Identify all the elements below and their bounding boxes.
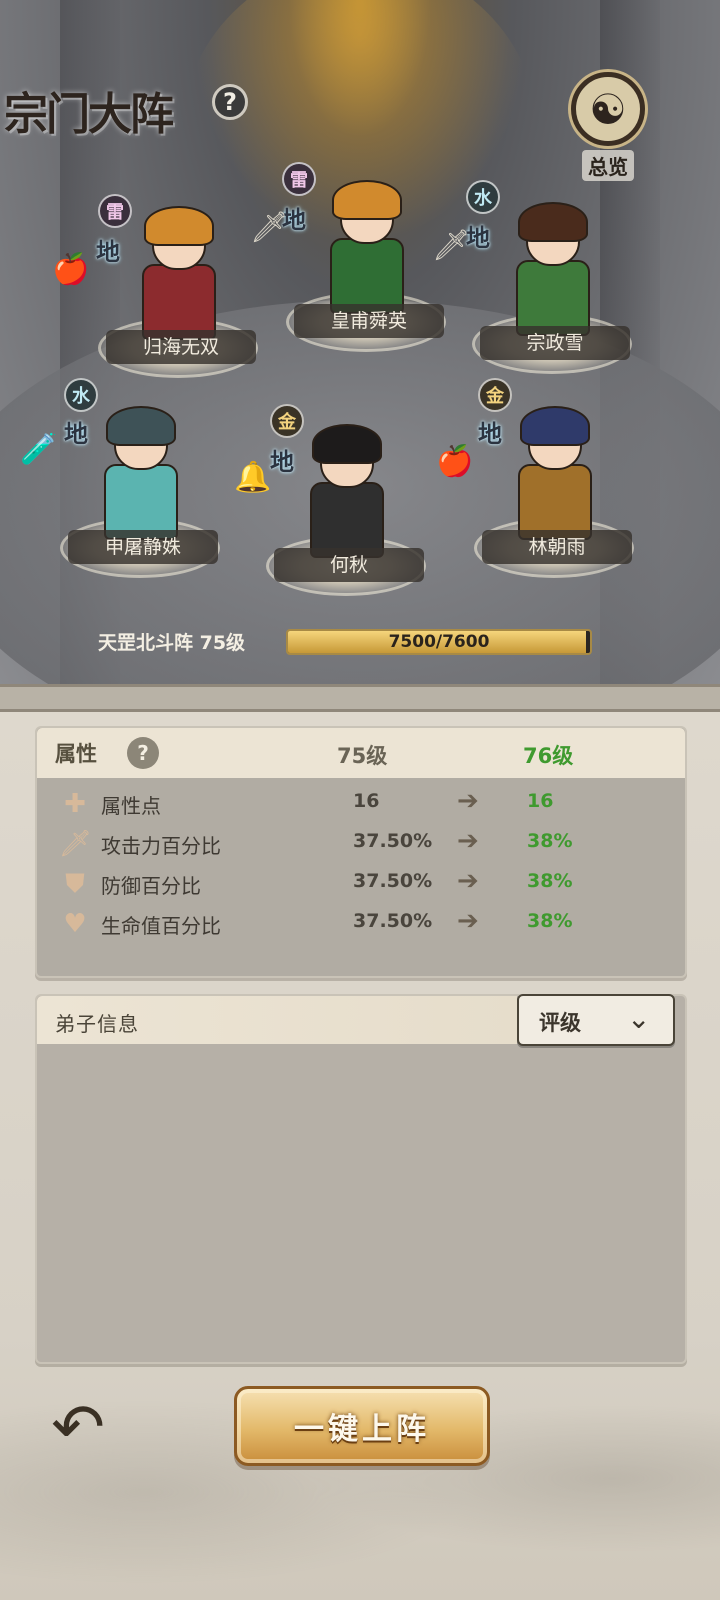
chevron-down-icon: ⌄ [627,1002,651,1035]
hero-sprite [326,180,406,314]
attribute-next: 38% [527,870,573,892]
terrain-badge: 地 [96,237,120,266]
attribute-next: 16 [527,790,554,812]
hero-name: 林朝雨 [482,530,632,564]
formation-scene: 宗门大阵 ? ☯ 总览 归海无双 雷 地 🍎 皇甫舜英 雷 地 🗡 宗政雪 水 … [0,0,720,690]
hero-name: 何秋 [274,548,424,582]
element-badge-thunder: 雷 [282,162,316,196]
element-badge-water: 水 [64,378,98,412]
attribute-current: 37.50% [353,830,433,852]
overview-button[interactable]: ☯ 总览 [566,72,650,190]
hero-name: 归海无双 [106,330,256,364]
hero-sprite [512,202,592,336]
sort-dropdown[interactable]: 评级 ⌄ [517,994,675,1046]
hero-sprite [514,406,594,540]
one-click-deploy-button[interactable]: 一键上阵 [234,1386,490,1466]
disciple-panel: 弟子信息 评级 ⌄ [35,994,687,1364]
terrain-badge: 地 [270,447,294,476]
attribute-row: ♥ 生命值百分比 37.50% ➔ 38% [37,904,685,944]
attribute-current: 37.50% [353,910,433,932]
attribute-label: 生命值百分比 [101,914,221,938]
attribute-panel: 属性 ? 75级 76级 ✚ 属性点 16 ➔ 16 🗡 攻击力百分比 37.5… [35,726,687,978]
yin-yang-icon: ☯ [571,72,645,146]
formation-level-label: 天罡北斗阵 75级 [98,632,246,654]
page-title: 宗门大阵 [4,89,174,140]
hero-sprite [100,406,180,540]
attribute-help-icon[interactable]: ? [127,737,159,769]
attribute-current: 37.50% [353,870,433,892]
attribute-row: ⛊ 防御百分比 37.50% ➔ 38% [37,864,685,904]
attribute-label: 攻击力百分比 [101,834,221,858]
title-help-icon[interactable]: ? [212,84,248,120]
attribute-next: 38% [527,830,573,852]
hero-name: 宗政雪 [480,326,630,360]
back-arrow-icon: ↶ [51,1391,105,1465]
hero-name: 申屠静姝 [68,530,218,564]
element-badge-thunder: 雷 [98,194,132,228]
plus-icon: ✚ [64,789,86,819]
shield-icon: ⛊ [65,869,85,899]
element-badge-metal: 金 [270,404,304,438]
current-level: 75级 [337,744,388,768]
attribute-current: 16 [353,790,380,812]
formation-progress-bar: 7500/7600 [286,629,592,655]
sort-value: 评级 [539,1011,581,1035]
back-button[interactable]: ↶ [36,1386,120,1470]
attribute-row: ✚ 属性点 16 ➔ 16 [37,784,685,824]
hero-name: 皇甫舜英 [294,304,444,338]
hero-sprite [306,424,386,558]
arrow-right-icon: ➔ [457,786,479,816]
progress-text: 7500/7600 [388,632,490,652]
overview-label: 总览 [582,150,634,181]
attribute-label: 防御百分比 [101,874,201,898]
section-divider [0,684,720,712]
terrain-badge: 地 [478,419,502,448]
attribute-title: 属性 [55,742,97,766]
disciple-title: 弟子信息 [55,1012,139,1036]
gourd-icon: 🧪 [20,432,58,467]
disciple-header: 弟子信息 [37,996,517,1044]
bell-icon: 🔔 [234,460,272,495]
gourd-icon: 🍎 [436,444,474,479]
sword-icon: 🗡 [250,210,289,245]
attribute-row: 🗡 攻击力百分比 37.50% ➔ 38% [37,824,685,864]
next-level: 76级 [523,744,574,768]
element-badge-metal: 金 [478,378,512,412]
arrow-right-icon: ➔ [457,826,479,856]
hero-sprite [138,206,218,340]
attribute-label: 属性点 [101,794,161,818]
heart-icon: ♥ [63,909,87,939]
sword-icon: 🗡 [432,228,471,263]
arrow-right-icon: ➔ [457,906,479,936]
element-badge-water: 水 [466,180,500,214]
attribute-header: 属性 ? 75级 76级 [37,728,685,778]
gourd-icon: 🍎 [52,252,90,287]
sword-icon: 🗡 [59,829,93,859]
attribute-next: 38% [527,910,573,932]
terrain-badge: 地 [64,419,88,448]
arrow-right-icon: ➔ [457,866,479,896]
